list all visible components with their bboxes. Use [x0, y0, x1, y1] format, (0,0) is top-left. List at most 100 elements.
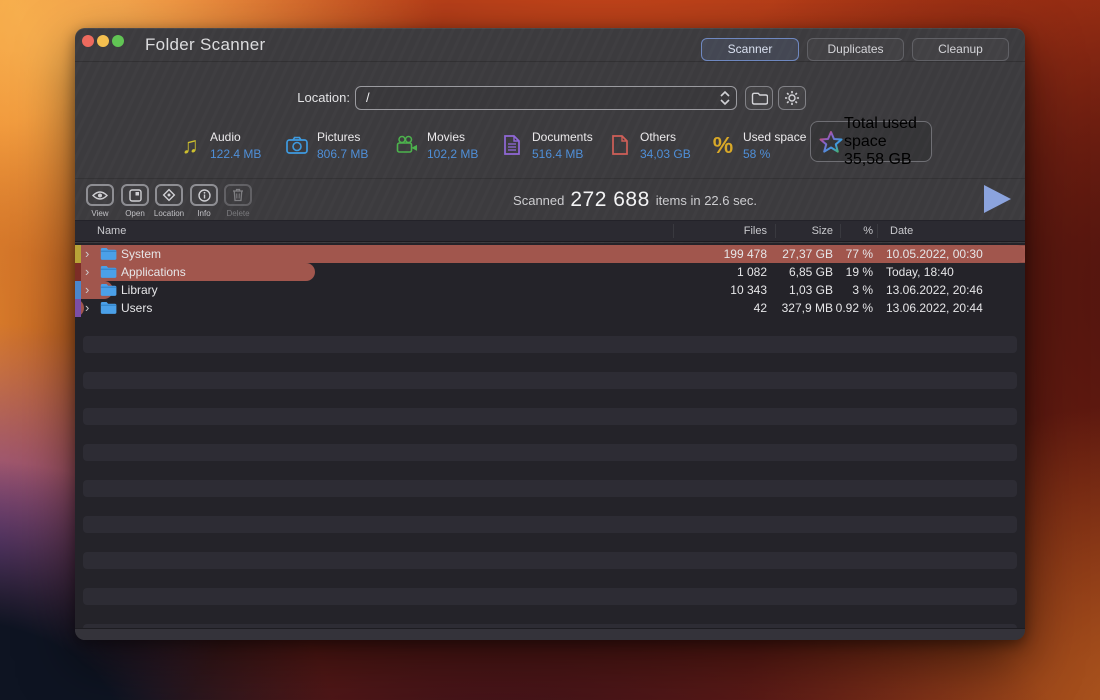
size-bar	[75, 245, 1025, 263]
action-bar: View Open Location Info	[75, 178, 1025, 220]
size-percent: 77 %	[833, 245, 873, 263]
empty-row-stripe	[83, 552, 1017, 569]
stepper-icon[interactable]	[719, 90, 731, 106]
empty-row-stripe	[83, 480, 1017, 497]
status-bar	[75, 628, 1025, 640]
tab-scanner[interactable]: Scanner	[701, 38, 799, 61]
size-percent: 3 %	[833, 281, 873, 299]
settings-button[interactable]	[778, 86, 806, 110]
category-color-tip	[75, 263, 81, 281]
column-size[interactable]: Size	[773, 221, 833, 242]
document-icon	[498, 134, 526, 156]
info-button[interactable]	[190, 184, 218, 206]
stat-label: Used space	[743, 130, 806, 144]
column-divider	[775, 224, 776, 238]
category-color-tip	[75, 281, 81, 299]
delete-button[interactable]	[224, 184, 252, 206]
stat-value: 35,58 GB	[844, 151, 931, 169]
row-highlight	[75, 299, 1025, 317]
stat-value: 516.4 MB	[532, 147, 593, 161]
table-row[interactable]: › System 199 478 27,37 GB 77 % 10.05.202…	[75, 245, 1025, 263]
scan-count: 272 688	[570, 188, 649, 212]
size-percent: 19 %	[833, 263, 873, 281]
disclosure-chevron-icon[interactable]: ›	[85, 299, 89, 316]
column-files[interactable]: Files	[687, 221, 767, 242]
column-percent[interactable]: %	[833, 221, 873, 242]
stat-value: 806.7 MB	[317, 147, 368, 161]
empty-row-stripe	[83, 516, 1017, 533]
folder-size: 327,9 MB	[773, 299, 833, 317]
modified-date: 10.05.2022, 00:30	[886, 245, 983, 263]
stat-label: Audio	[210, 130, 261, 144]
choose-folder-button[interactable]	[745, 86, 773, 110]
category-color-tip	[75, 299, 81, 317]
files-count: 199 478	[687, 245, 767, 263]
desktop-wallpaper: Folder Scanner Scanner Duplicates Cleanu…	[0, 0, 1100, 700]
category-color-tip	[75, 245, 81, 263]
start-scan-button[interactable]	[980, 182, 1014, 216]
folder-icon	[100, 283, 117, 297]
stat-value: 34,03 GB	[640, 147, 691, 161]
scan-suffix: items in 22.6 sec.	[656, 193, 757, 208]
file-icon	[606, 134, 634, 156]
disclosure-chevron-icon[interactable]: ›	[85, 245, 89, 262]
close-button[interactable]	[82, 35, 94, 47]
files-count: 1 082	[687, 263, 767, 281]
modified-date: 13.06.2022, 20:44	[886, 299, 983, 317]
stat-label: Movies	[427, 130, 478, 144]
stat-value: 102,2 MB	[427, 147, 478, 161]
location-input[interactable]	[364, 87, 704, 108]
minimize-button[interactable]	[97, 35, 109, 47]
files-count: 10 343	[687, 281, 767, 299]
tab-cleanup[interactable]: Cleanup	[912, 38, 1009, 61]
movie-camera-icon	[393, 135, 421, 155]
column-date[interactable]: Date	[890, 221, 913, 242]
folder-name: Library	[121, 281, 158, 299]
stat-label: Total used space	[844, 115, 931, 151]
folder-size: 6,85 GB	[773, 263, 833, 281]
size-percent: 0.92 %	[833, 299, 873, 317]
table-row[interactable]: › Library 10 343 1,03 GB 3 % 13.06.2022,…	[75, 281, 1025, 299]
zoom-button[interactable]	[112, 35, 124, 47]
folder-icon	[751, 92, 768, 105]
disclosure-chevron-icon[interactable]: ›	[85, 281, 89, 298]
tab-duplicates[interactable]: Duplicates	[807, 38, 904, 61]
stat-documents: Documents516.4 MB	[498, 124, 593, 166]
table-row[interactable]: › Users 42 327,9 MB 0.92 % 13.06.2022, 2…	[75, 299, 1025, 317]
stat-movies: Movies 102,2 MB	[393, 124, 478, 166]
location-label: Location:	[255, 86, 350, 110]
navigate-icon	[162, 188, 176, 202]
empty-row-stripe	[83, 336, 1017, 353]
table-header: Name Files Size % Date	[75, 220, 1025, 242]
open-window-icon	[129, 189, 142, 202]
folder-name: System	[121, 245, 161, 263]
column-name[interactable]: Name	[97, 221, 126, 242]
stat-value: 58 %	[743, 147, 806, 161]
empty-row-stripe	[83, 372, 1017, 389]
open-button[interactable]	[121, 184, 149, 206]
location-button[interactable]	[155, 184, 183, 206]
disclosure-chevron-icon[interactable]: ›	[85, 263, 89, 280]
modified-date: 13.06.2022, 20:46	[886, 281, 983, 299]
folder-list: › System 199 478 27,37 GB 77 % 10.05.202…	[75, 243, 1025, 628]
empty-row-stripe	[83, 444, 1017, 461]
stat-audio: ♫ Audio 122.4 MB	[176, 124, 261, 166]
stat-label: Others	[640, 130, 691, 144]
folder-size: 27,37 GB	[773, 245, 833, 263]
folder-icon	[100, 265, 117, 279]
table-row[interactable]: › Applications 1 082 6,85 GB 19 % Today,…	[75, 263, 1025, 281]
stat-label: Pictures	[317, 130, 368, 144]
view-button[interactable]	[86, 184, 114, 206]
column-divider	[840, 224, 841, 238]
stat-used-space: % Used space58 %	[709, 124, 806, 166]
modified-date: Today, 18:40	[886, 263, 954, 281]
location-combobox[interactable]	[355, 86, 737, 110]
folder-icon	[100, 247, 117, 261]
audio-icon: ♫	[176, 134, 204, 156]
stat-value: 122.4 MB	[210, 147, 261, 161]
trash-icon	[232, 188, 244, 202]
play-icon	[981, 183, 1013, 215]
titlebar: Folder Scanner Scanner Duplicates Cleanu…	[75, 28, 1025, 62]
folder-icon	[100, 301, 117, 315]
eye-icon	[92, 190, 108, 201]
